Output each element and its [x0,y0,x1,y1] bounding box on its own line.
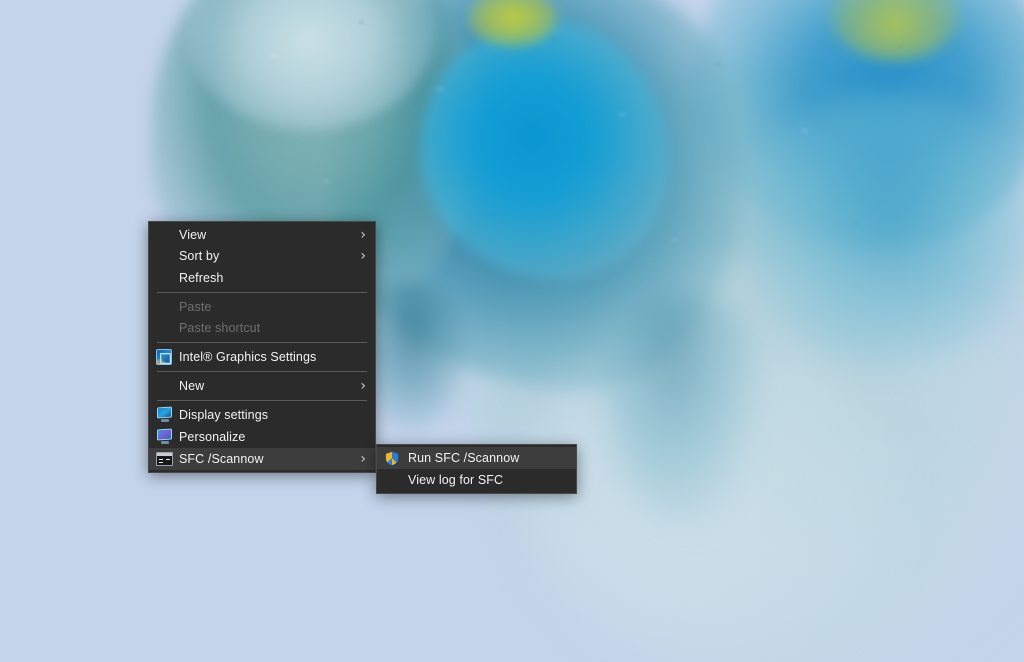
context-menu-item-display-settings[interactable]: Display settings [149,404,375,426]
submenu-item-view-log-for-sfc[interactable]: View log for SFC [377,469,576,491]
intel-icon [153,348,175,366]
new-icon-slot [153,377,175,395]
view-log-icon-slot [382,471,402,489]
uac-shield-icon [382,449,402,467]
submenu-item-run-sfc-scannow[interactable]: Run SFC /Scannow [377,447,576,469]
context-menu-item-personalize[interactable]: Personalize [149,426,375,448]
chevron-right-icon: › [360,450,366,467]
context-menu-item-refresh[interactable]: Refresh [149,267,375,289]
submenu-item-label: View log for SFC [408,473,504,487]
context-menu-item-label: View [179,227,207,242]
context-menu-item-label: Display settings [179,407,269,422]
menu-separator [157,399,367,401]
context-menu-item-label: Refresh [179,270,224,285]
context-menu-item-intel-graphics-settings[interactable]: Intel® Graphics Settings [149,346,375,368]
monitor-icon [153,406,175,424]
context-menu-item-label: SFC /Scannow [179,451,264,466]
submenu-item-label: Run SFC /Scannow [408,451,520,465]
chevron-right-icon: › [360,377,366,394]
paste-shortcut-icon-slot [153,319,175,337]
context-menu-item-sort-by[interactable]: Sort by › [149,246,375,268]
sfc-scannow-submenu[interactable]: Run SFC /Scannow View log for SFC [376,444,577,494]
context-menu-item-view[interactable]: View › [149,224,375,246]
context-menu-item-sfc-scannow[interactable]: SFC /Scannow › [149,447,375,470]
chevron-right-icon: › [360,248,366,265]
menu-separator [157,291,367,293]
sort-by-icon-slot [153,247,175,265]
context-menu-item-label: Intel® Graphics Settings [179,349,317,364]
console-icon [153,450,175,468]
context-menu-item-label: Paste shortcut [179,321,261,336]
menu-separator [157,370,367,372]
context-menu-item-label: New [179,378,205,393]
context-menu-item-paste-shortcut: Paste shortcut [149,317,375,339]
desktop-context-menu[interactable]: View › Sort by › Refresh Paste Paste sho… [148,221,376,473]
view-icon-slot [153,226,175,244]
context-menu-item-paste: Paste [149,296,375,318]
context-menu-item-label: Paste [179,299,212,314]
context-menu-item-label: Personalize [179,429,246,444]
context-menu-item-label: Sort by [179,249,220,264]
personalize-icon [153,428,175,446]
context-menu-item-new[interactable]: New › [149,375,375,397]
chevron-right-icon: › [360,226,366,243]
paste-icon-slot [153,298,175,316]
menu-separator [157,341,367,343]
refresh-icon-slot [153,269,175,287]
desktop[interactable]: View › Sort by › Refresh Paste Paste sho… [0,0,1024,662]
